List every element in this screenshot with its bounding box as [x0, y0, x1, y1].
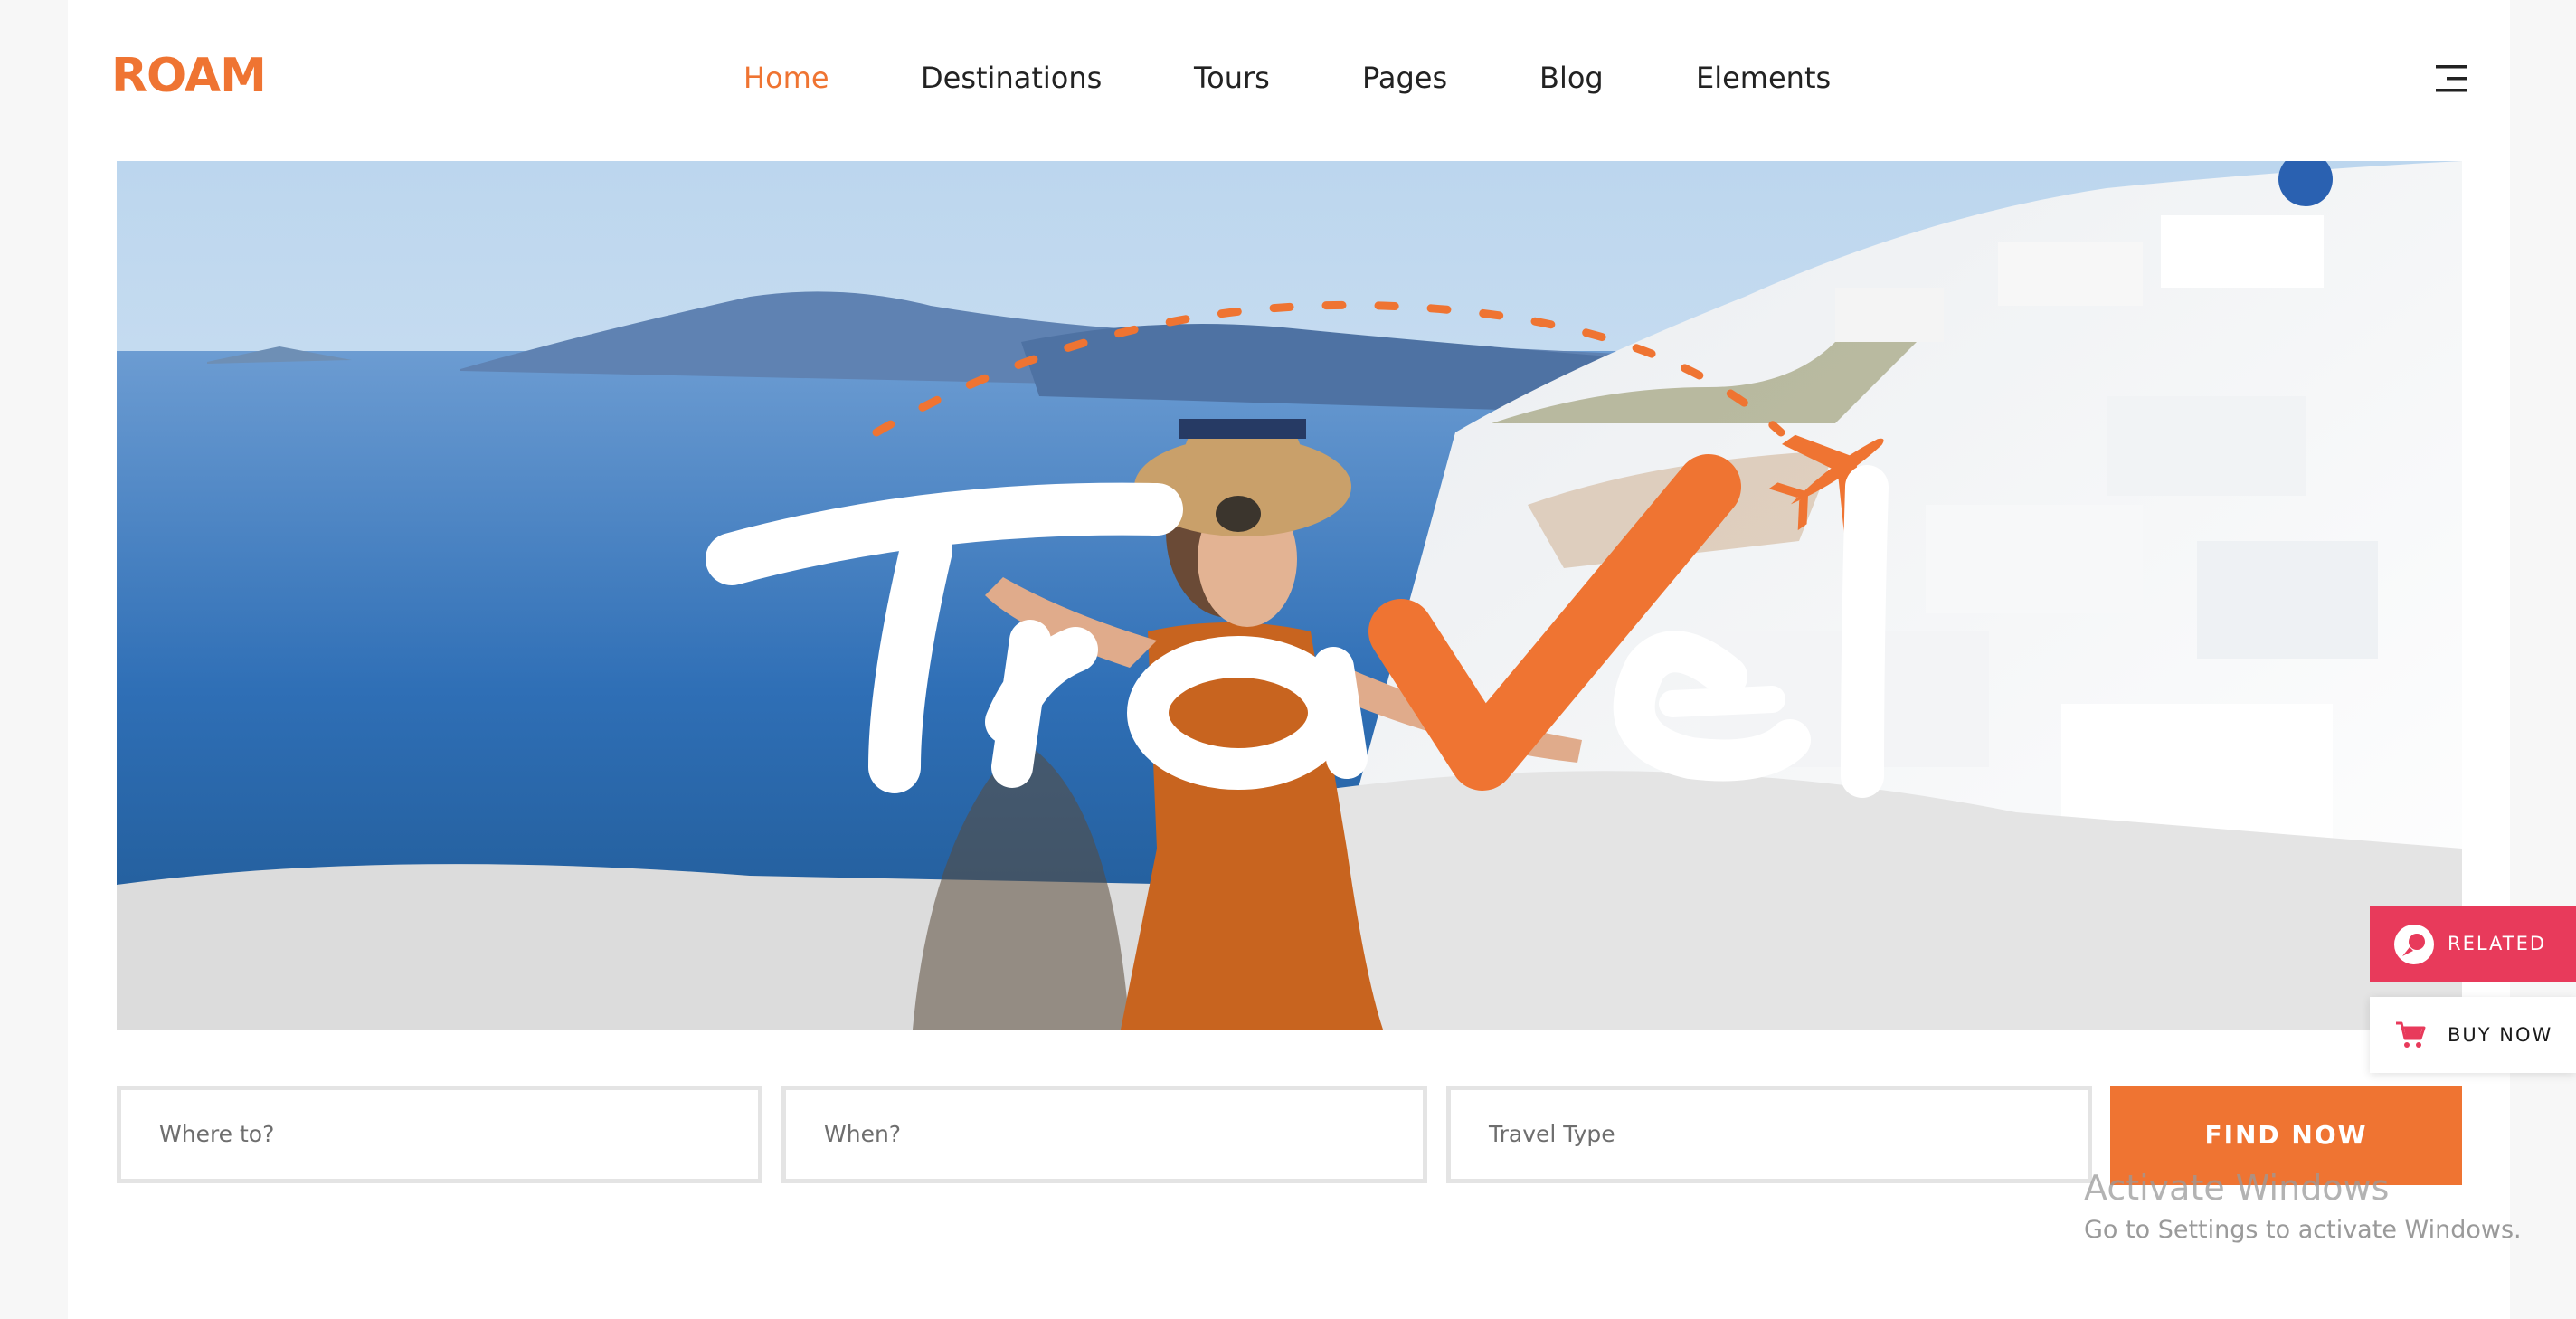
nav-elements[interactable]: Elements	[1696, 60, 1831, 96]
watermark-title: Activate Windows	[2084, 1168, 2390, 1208]
nav-destinations[interactable]: Destinations	[921, 60, 1102, 96]
nav-blog[interactable]: Blog	[1539, 60, 1604, 96]
hero-image	[117, 161, 2462, 1030]
watermark-subtitle: Go to Settings to activate Windows.	[2084, 1216, 2522, 1244]
date-input[interactable]: When?	[781, 1086, 1427, 1183]
buy-now-label: BUY NOW	[2448, 1024, 2553, 1046]
hero-slider	[117, 161, 2462, 1030]
related-label: RELATED	[2448, 933, 2547, 954]
related-button[interactable]: RELATED	[2370, 906, 2576, 982]
nav-tours[interactable]: Tours	[1194, 60, 1270, 96]
related-icon	[2394, 925, 2434, 964]
main-navigation: Home Destinations Tours Pages Blog Eleme…	[68, 60, 2510, 96]
date-placeholder: When?	[824, 1121, 902, 1147]
destination-input[interactable]: Where to?	[117, 1086, 762, 1183]
buy-now-button[interactable]: BUY NOW	[2370, 997, 2576, 1073]
destination-placeholder: Where to?	[159, 1121, 275, 1147]
cart-icon	[2396, 1021, 2426, 1048]
nav-pages[interactable]: Pages	[1362, 60, 1447, 96]
windows-activation-watermark: Activate Windows Go to Settings to activ…	[2084, 1167, 2522, 1248]
travel-type-placeholder: Travel Type	[1489, 1121, 1615, 1147]
page-container: ROAM Home Destinations Tours Pages Blog …	[68, 0, 2510, 1319]
nav-home[interactable]: Home	[743, 60, 829, 96]
hamburger-menu-icon[interactable]	[2436, 65, 2467, 92]
travel-type-select[interactable]: Travel Type	[1446, 1086, 2092, 1183]
